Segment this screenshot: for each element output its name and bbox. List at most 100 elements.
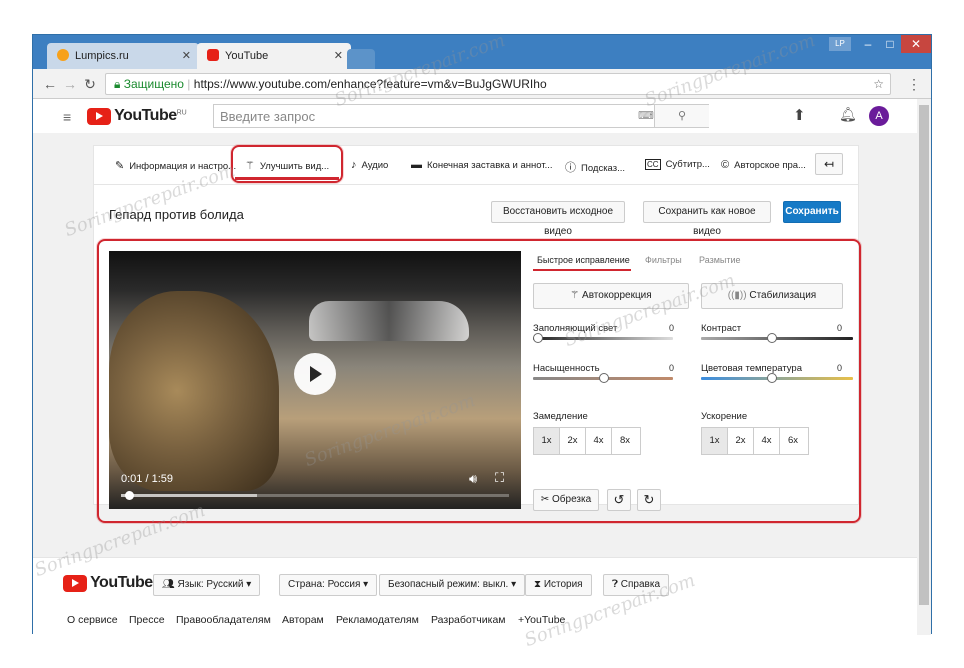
language-icon: 👥︎: [162, 579, 178, 590]
tab-end-screen[interactable]: ▬ Конечная заставка и аннот...: [411, 159, 553, 171]
help-button[interactable]: ❓︎ Справка: [603, 574, 670, 596]
bell-icon[interactable]: 🔔︎: [839, 106, 857, 123]
speedup-label: Ускорение: [701, 411, 748, 422]
search-input[interactable]: [214, 105, 634, 127]
trim-button[interactable]: ✂ Обрезка: [533, 489, 599, 511]
country-select[interactable]: Страна: Россия ▾: [279, 574, 378, 596]
footer-link-about[interactable]: О сервисе: [67, 614, 118, 626]
footer-link-developers[interactable]: Разработчикам: [431, 614, 506, 626]
tab-youtube[interactable]: YouTube ✕: [197, 43, 351, 69]
speedup-2x[interactable]: 2x: [728, 428, 754, 454]
color-temp-knob[interactable]: [767, 373, 777, 383]
search-button[interactable]: ⚲: [654, 105, 709, 127]
hamburger-menu-icon[interactable]: ≡: [63, 109, 71, 125]
slowdown-1x[interactable]: 1x: [534, 428, 560, 454]
bookmark-star-icon[interactable]: ☆: [873, 74, 884, 94]
slowdown-label: Замедление: [533, 411, 588, 422]
maximize-icon[interactable]: □: [879, 35, 901, 53]
saturation-knob[interactable]: [599, 373, 609, 383]
back-icon[interactable]: ←: [41, 75, 59, 93]
avatar[interactable]: A: [869, 106, 889, 126]
footer-link-creators[interactable]: Авторам: [282, 614, 324, 626]
youtube-logo[interactable]: YouTubeRU: [87, 107, 187, 125]
save-as-new-button[interactable]: Сохранить как новое видео: [643, 201, 771, 237]
speedup-1x[interactable]: 1x: [702, 428, 728, 454]
cheetah-shape: [109, 291, 279, 491]
close-tab-icon[interactable]: ✕: [334, 49, 343, 62]
footer-link-copyright[interactable]: Правообладателям: [176, 614, 271, 626]
magic-wand-icon: ⚚: [245, 160, 255, 172]
fill-light-slider[interactable]: [533, 337, 673, 340]
play-button[interactable]: [294, 353, 336, 395]
slowdown-segmented: 1x 2x 4x 8x: [533, 427, 641, 455]
rotate-left-button[interactable]: ↺: [607, 489, 631, 511]
restore-original-button[interactable]: Восстановить исходное видео: [491, 201, 625, 237]
fill-light-value: 0: [669, 323, 675, 333]
footer-link-plus-youtube[interactable]: +YouTube: [518, 614, 565, 626]
tab-audio[interactable]: ♪ Аудио: [351, 159, 388, 171]
volume-icon[interactable]: 🔊︎: [469, 471, 477, 487]
tab-blur[interactable]: Размытие: [699, 255, 741, 265]
minimize-icon[interactable]: –: [857, 35, 879, 53]
close-window-icon[interactable]: ✕: [901, 35, 931, 53]
history-button[interactable]: ⧗ История: [525, 574, 592, 596]
close-tab-icon[interactable]: ✕: [182, 49, 191, 62]
back-button[interactable]: ↤: [815, 153, 843, 175]
speedup-6x[interactable]: 6x: [780, 428, 806, 454]
footer-youtube-logo[interactable]: YouTube: [63, 574, 153, 592]
speedup-segmented: 1x 2x 4x 6x: [701, 427, 809, 455]
time-display: 0:01 / 1:59: [121, 473, 173, 485]
tab-quick-fix[interactable]: Быстрое исправление: [537, 255, 630, 265]
tab-cards[interactable]: ⓘ Подсказ...: [565, 159, 625, 175]
new-tab-button[interactable]: [347, 49, 375, 69]
color-temp-slider[interactable]: [701, 377, 853, 380]
reload-icon[interactable]: ↻: [81, 75, 99, 93]
rotate-left-icon: ↺: [613, 492, 625, 507]
youtube-favicon-icon: [207, 49, 219, 61]
keyboard-icon[interactable]: ⌨: [638, 109, 654, 122]
upload-icon[interactable]: ⬆: [793, 106, 806, 124]
slowdown-8x[interactable]: 8x: [612, 428, 638, 454]
scrollbar-thumb[interactable]: [919, 105, 929, 605]
contrast-slider[interactable]: [701, 337, 853, 340]
quick-fix-panel: Быстрое исправление Фильтры Размытие ⚚ А…: [533, 251, 855, 513]
browser-window: Lumpics.ru ✕ YouTube ✕ LP – □ ✕ ← → ↻ 🔒︎…: [32, 34, 932, 635]
scissors-icon: ✂: [540, 494, 552, 505]
tab-enhancements[interactable]: ⚚ Улучшить вид...: [245, 159, 329, 172]
video-player[interactable]: 0:01 / 1:59 🔊︎ ⛶: [109, 251, 521, 509]
forward-icon[interactable]: →: [61, 75, 79, 93]
profile-badge[interactable]: LP: [829, 37, 851, 51]
footer-link-advertise[interactable]: Рекламодателям: [336, 614, 419, 626]
contrast-label: Контраст: [701, 323, 742, 334]
fill-light-knob[interactable]: [533, 333, 543, 343]
language-select[interactable]: 👥︎ Язык: Русский ▾: [153, 574, 261, 596]
stabilize-button[interactable]: ((▮)) Стабилизация: [701, 283, 843, 309]
tab-filters[interactable]: Фильтры: [645, 255, 682, 265]
contrast-value: 0: [837, 323, 843, 333]
progress-track[interactable]: [121, 494, 509, 497]
rotate-right-button[interactable]: ↻: [637, 489, 661, 511]
slowdown-4x[interactable]: 4x: [586, 428, 612, 454]
content-area: ✎ Информация и настро... ⚚ Улучшить вид...…: [33, 133, 917, 557]
speedup-4x[interactable]: 4x: [754, 428, 780, 454]
logo-text: YouTube: [114, 107, 177, 124]
menu-dots-icon[interactable]: ⋮: [905, 75, 923, 93]
footer-link-press[interactable]: Прессе: [129, 614, 165, 626]
fullscreen-icon[interactable]: ⛶: [495, 470, 504, 486]
tab-info-settings[interactable]: ✎ Информация и настро...: [115, 159, 236, 172]
hourglass-icon: ⧗: [534, 579, 544, 590]
url-field[interactable]: 🔒︎ Защищено | https://www.youtube.com/en…: [105, 73, 891, 95]
tab-lumpics[interactable]: Lumpics.ru ✕: [47, 43, 199, 69]
page-scrollbar[interactable]: [917, 99, 931, 635]
tab-copyright[interactable]: © Авторское пра...: [721, 159, 806, 171]
tab-subtitles[interactable]: CC Субтитр...: [645, 159, 710, 170]
progress-knob[interactable]: [124, 491, 134, 500]
safe-mode-select[interactable]: Безопасный режим: выкл. ▾: [379, 574, 526, 596]
save-button[interactable]: Сохранить: [783, 201, 841, 223]
secure-label: Защищено: [123, 77, 184, 91]
logo-region: RU: [176, 109, 187, 117]
autocorrect-button[interactable]: ⚚ Автокоррекция: [533, 283, 689, 309]
slowdown-2x[interactable]: 2x: [560, 428, 586, 454]
contrast-knob[interactable]: [767, 333, 777, 343]
fill-light-label: Заполняющий свет: [533, 323, 618, 334]
